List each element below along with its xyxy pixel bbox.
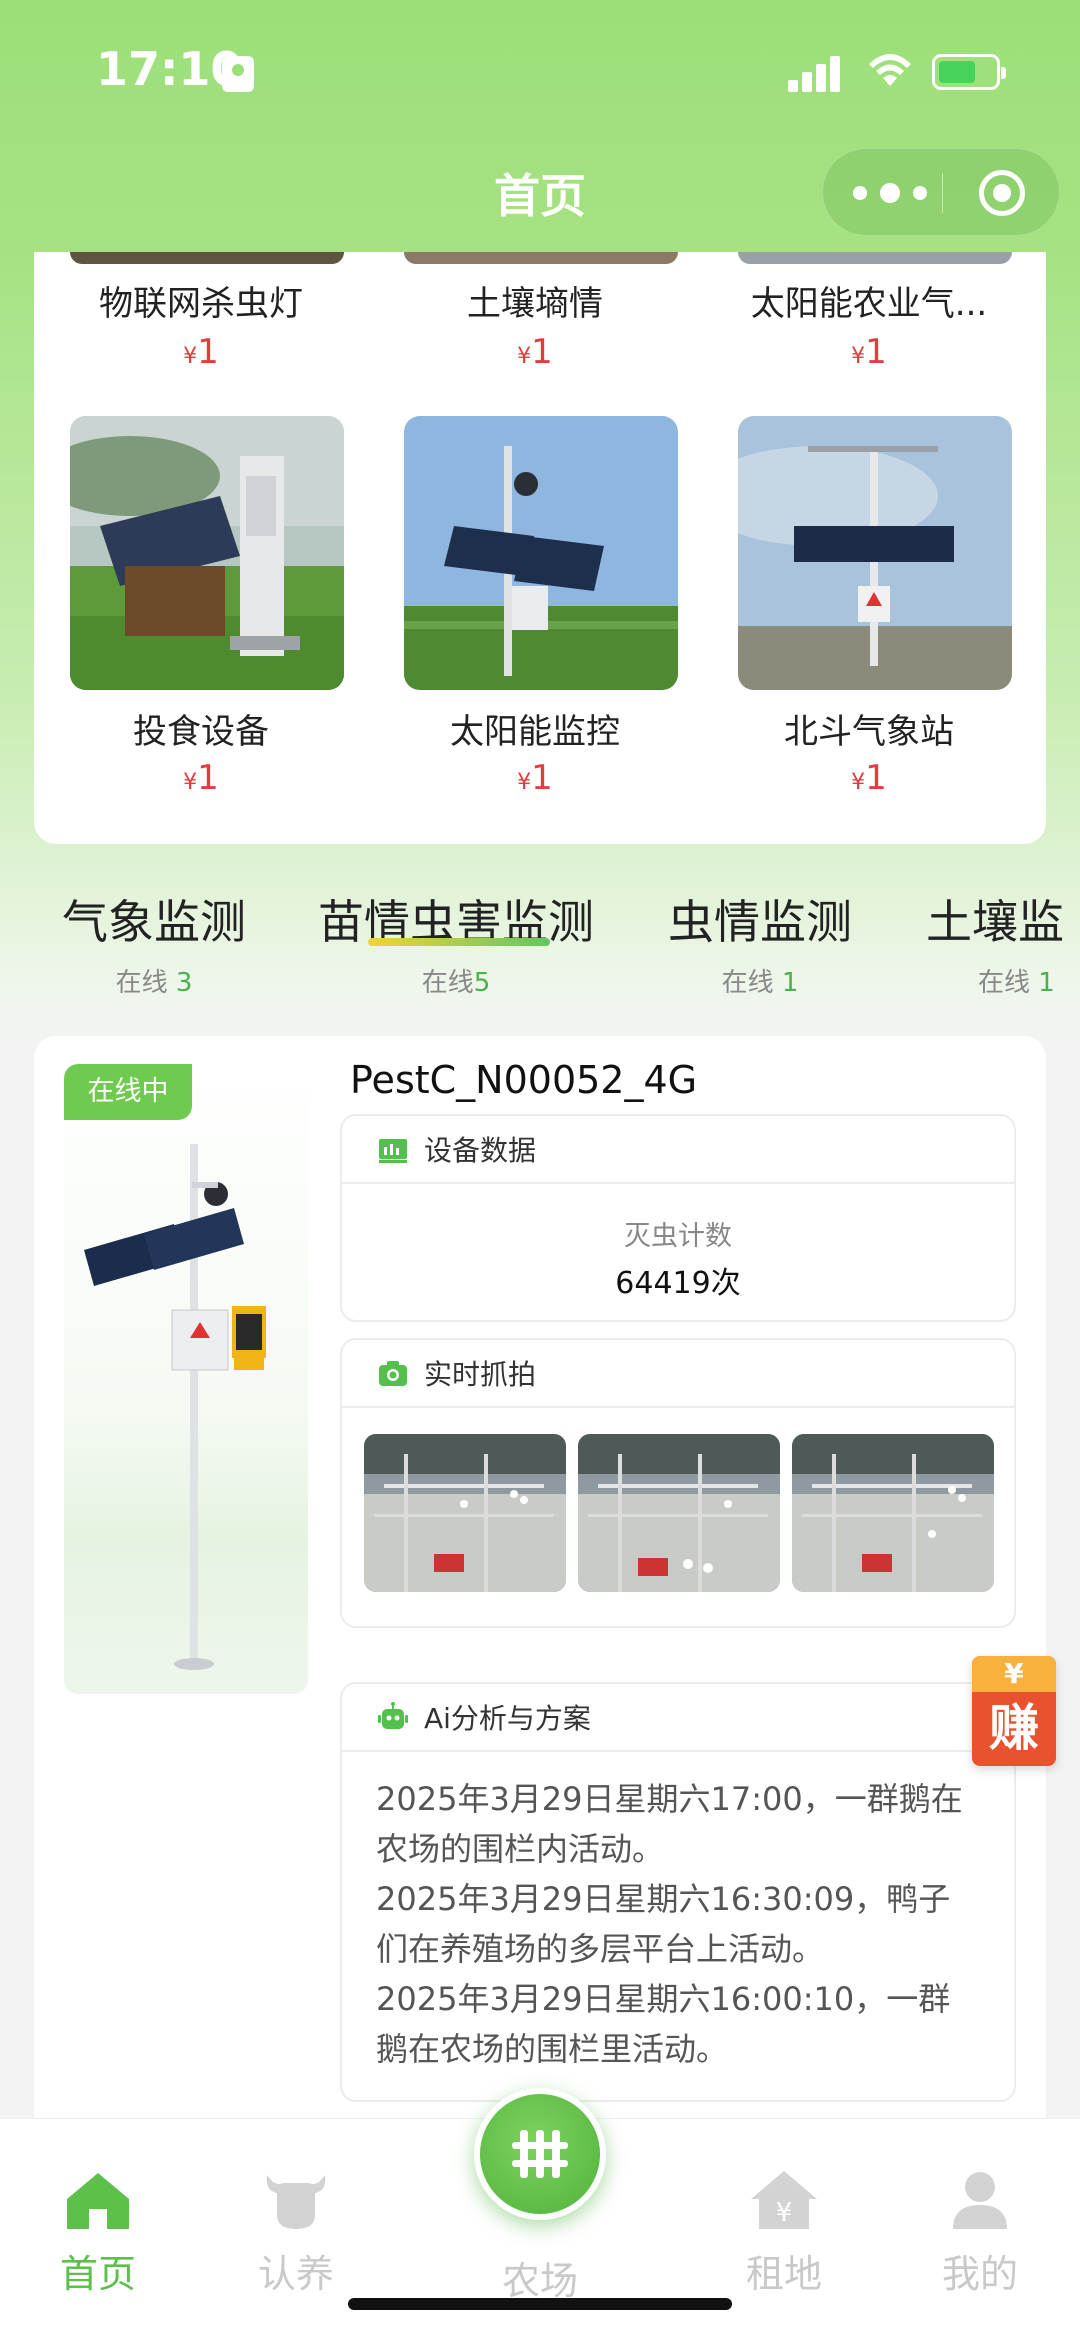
ai-analysis-panel: Ai分析与方案 2025年3月29日星期六17:00，一群鹅在农场的围栏内活动。… (340, 1682, 1016, 2102)
active-tab-indicator (368, 938, 550, 946)
wifi-icon (869, 54, 911, 86)
svg-text:¥: ¥ (776, 2198, 793, 2228)
earn-label: 赚 (989, 1699, 1039, 1757)
battery-icon (932, 54, 1006, 90)
product-price: ¥1 (517, 332, 553, 372)
product-name[interactable]: 太阳能监控 (368, 704, 702, 753)
id-card-icon (222, 56, 254, 92)
panel-title: 设备数据 (424, 1134, 537, 1167)
cow-icon (266, 2175, 326, 2229)
tabbar-label: 首页 (59, 2252, 136, 2296)
product-name[interactable]: 物联网杀虫灯 (34, 276, 368, 325)
ai-analysis-text: 2025年3月29日星期六17:00，一群鹅在农场的围栏内活动。 2025年3月… (342, 1752, 1014, 2074)
user-icon (953, 2172, 1007, 2229)
product-price: ¥1 (183, 332, 219, 372)
product-image-solar-camera[interactable] (404, 416, 678, 690)
product-price: ¥1 (851, 332, 887, 372)
tab-soil-monitoring[interactable]: 土壤监 在线 1 (926, 886, 1080, 999)
camera-icon (379, 1361, 407, 1386)
tabbar-label: 农场 (501, 2259, 578, 2303)
product-price: ¥1 (517, 758, 553, 798)
tab-weather-monitoring[interactable]: 气象监测 在线 3 (62, 886, 246, 999)
product-image-peek (738, 252, 1012, 264)
tabbar-home[interactable]: 首页 (28, 2169, 168, 2298)
product-name[interactable]: 投食设备 (34, 704, 368, 753)
product-name[interactable]: 土壤墒情 (368, 276, 702, 325)
panel-title: 实时抓拍 (424, 1358, 537, 1391)
ai-analysis-line: 2025年3月29日星期六16:00:10，一群鹅在农场的围栏里活动。 (376, 1980, 951, 2068)
product-price: ¥1 (851, 758, 887, 798)
tab-insect-monitoring[interactable]: 虫情监测 在线 1 (668, 886, 852, 999)
device-photo: 在线中 (64, 1064, 308, 1694)
tabbar-rent[interactable]: ¥ 租地 (714, 2169, 854, 2298)
product-price: ¥1 (183, 758, 219, 798)
panel-title: Ai分析与方案 (424, 1702, 591, 1735)
yen-icon: ¥ (972, 1656, 1056, 1692)
product-image-peek (404, 252, 678, 264)
ai-analysis-line: 2025年3月29日星期六17:00，一群鹅在农场的围栏内活动。 (376, 1780, 963, 1868)
farm-fence-icon (512, 2130, 568, 2178)
close-target-icon[interactable] (979, 170, 1025, 216)
tabbar-label: 我的 (941, 2252, 1018, 2296)
earn-float-button[interactable]: ¥ 赚 (972, 1656, 1056, 1766)
robot-icon (378, 1702, 408, 1729)
more-icon[interactable] (853, 173, 927, 213)
chart-icon (379, 1139, 407, 1163)
status-time: 17:10 (96, 42, 243, 96)
signal-icon (788, 52, 844, 92)
device-card[interactable]: 在线中 PestC_N00052_4G 设备数据 灭虫计数 64419次 实时抓… (34, 1036, 1046, 2196)
metric-label: 灭虫计数 (624, 1221, 732, 1252)
rent-house-icon: ¥ (751, 2171, 817, 2229)
tabbar-farm[interactable] (474, 2088, 606, 2220)
product-image-feeder[interactable] (70, 416, 344, 690)
product-image-weather-station[interactable] (738, 416, 1012, 690)
online-status-badge: 在线中 (64, 1064, 192, 1120)
tabbar-label: 认养 (257, 2252, 334, 2296)
snapshot-image[interactable] (792, 1434, 994, 1592)
ai-analysis-line: 2025年3月29日星期六16:30:09，鸭子们在养殖场的多层平台上活动。 (376, 1880, 951, 1968)
device-data-panel: 设备数据 灭虫计数 64419次 (340, 1114, 1016, 1322)
product-name[interactable]: 北斗气象站 (702, 704, 1036, 753)
mini-program-capsule (822, 148, 1060, 236)
capsule-divider (942, 173, 943, 213)
snapshot-image[interactable] (578, 1434, 780, 1592)
snapshot-image[interactable] (364, 1434, 566, 1592)
product-grid: 物联网杀虫灯 土壤墒情 太阳能农业气... ¥1 ¥1 ¥1 投食设备 太阳能监… (34, 252, 1046, 844)
status-bar: 17:10 (0, 0, 1080, 150)
device-id: PestC_N00052_4G (350, 1058, 698, 1102)
tabbar-adopt[interactable]: 认养 (226, 2169, 366, 2298)
snapshot-panel: 实时抓拍 (340, 1338, 1016, 1628)
home-icon (67, 2173, 129, 2229)
product-name[interactable]: 太阳能农业气... (702, 276, 1036, 325)
tabbar-label: 租地 (745, 2252, 822, 2296)
metric-value: 64419次 (615, 1266, 741, 1301)
tabbar-mine[interactable]: 我的 (910, 2169, 1050, 2298)
home-indicator (348, 2298, 732, 2310)
product-image-peek (70, 252, 344, 264)
